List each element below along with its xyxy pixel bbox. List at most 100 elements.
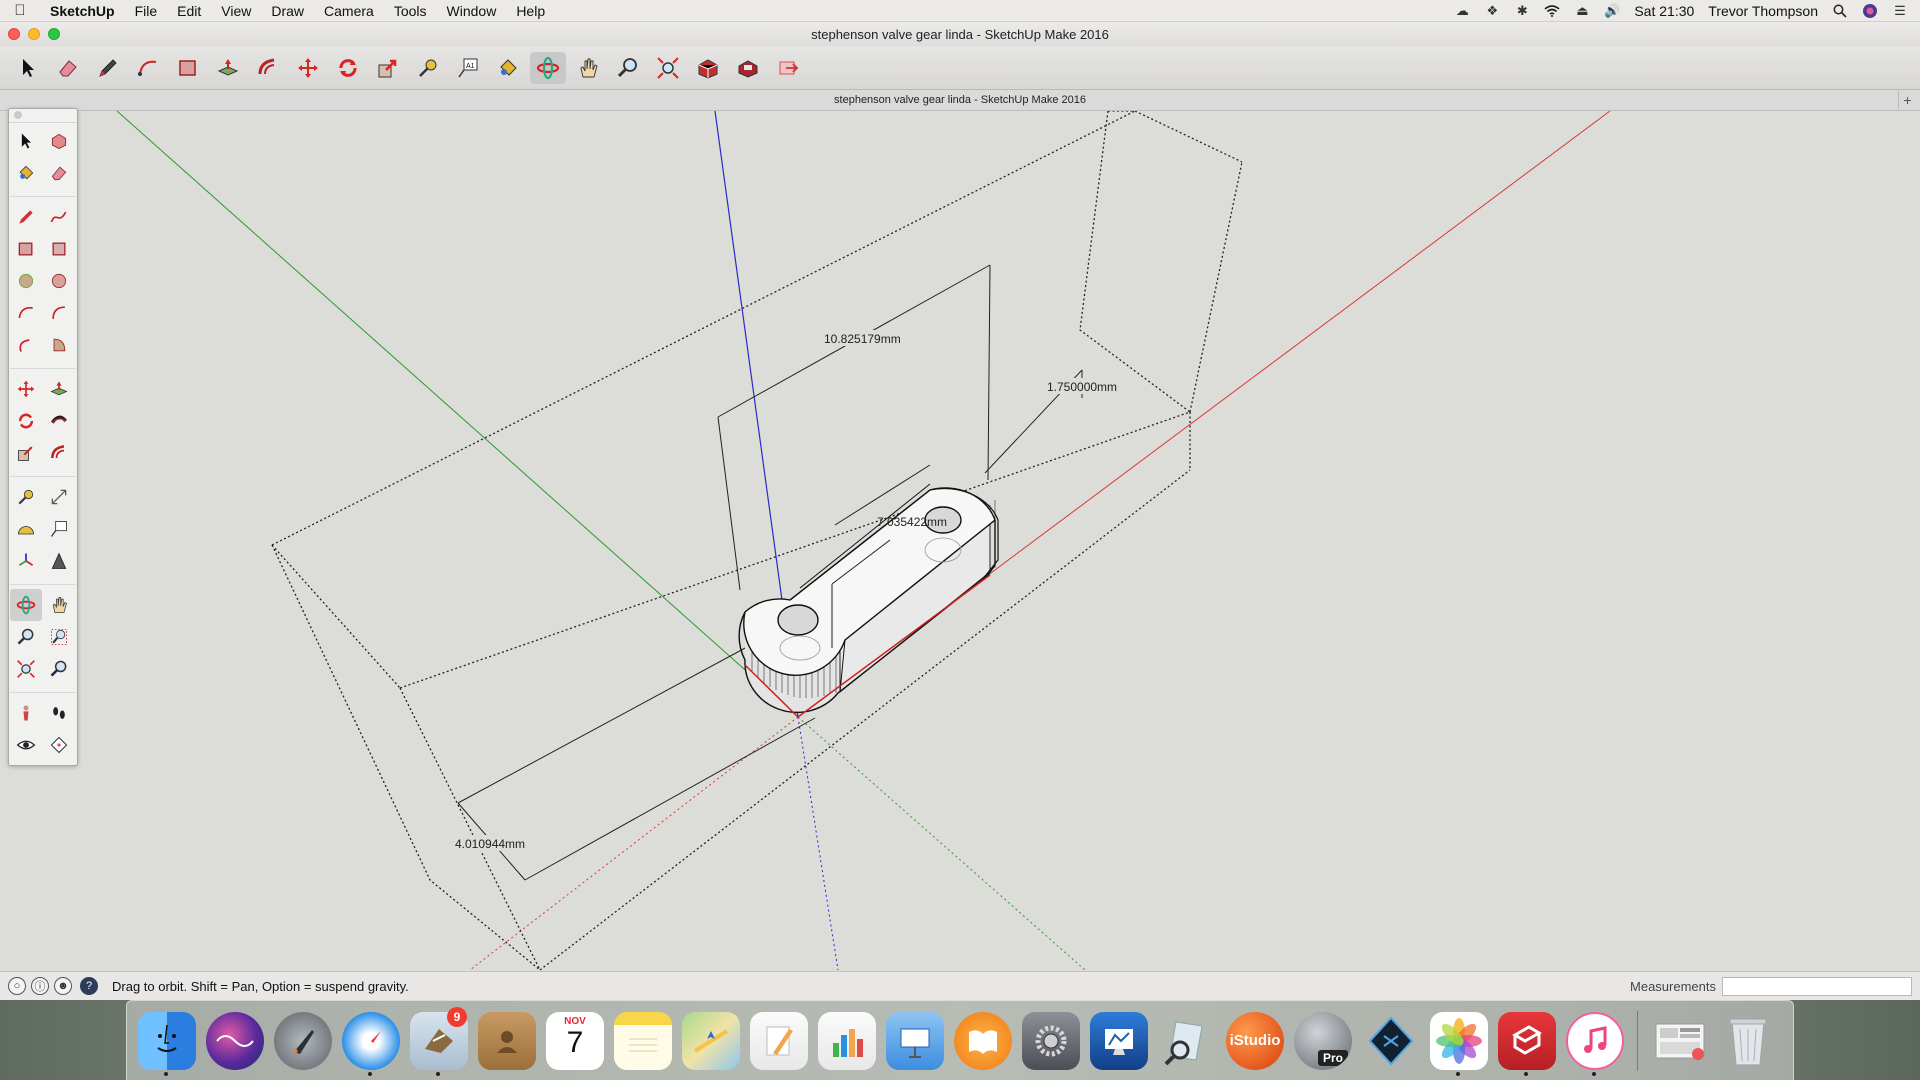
dock-notes[interactable] [609, 1005, 677, 1077]
push-pull-tool-button[interactable] [210, 52, 246, 84]
menu-help[interactable]: Help [506, 3, 555, 19]
offset-tool-button[interactable] [250, 52, 286, 84]
dock-ibooks[interactable] [949, 1005, 1017, 1077]
dimension-label-width[interactable]: 4.010944mm [455, 837, 525, 851]
palette-axes-button[interactable] [10, 545, 42, 577]
menu-tools[interactable]: Tools [384, 3, 437, 19]
line-tool-button[interactable] [90, 52, 126, 84]
palette-position-camera-button[interactable] [10, 697, 42, 729]
palette-circle-button[interactable] [10, 265, 42, 297]
dock-keynote[interactable] [881, 1005, 949, 1077]
dock-launchpad[interactable] [269, 1005, 337, 1077]
menu-view[interactable]: View [211, 3, 261, 19]
menu-draw[interactable]: Draw [261, 3, 314, 19]
palette-3d-text-button[interactable] [43, 545, 75, 577]
dock-remote-desktop[interactable] [1085, 1005, 1153, 1077]
palette-scale-button[interactable] [10, 437, 42, 469]
palette-zoom-window-button[interactable] [43, 621, 75, 653]
zoom-extents-tool-button[interactable] [650, 52, 686, 84]
bluetooth-icon[interactable]: ✱ [1514, 3, 1530, 18]
dock-maps[interactable] [677, 1005, 745, 1077]
palette-paint-button[interactable] [10, 157, 42, 189]
dock-google-earth-pro[interactable]: Pro [1289, 1005, 1357, 1077]
eraser-tool-button[interactable] [50, 52, 86, 84]
close-window-button[interactable] [8, 28, 20, 40]
siri-menu-icon[interactable] [1862, 3, 1878, 18]
tape-measure-tool-button[interactable] [410, 52, 446, 84]
palette-freehand-button[interactable] [43, 201, 75, 233]
palette-3pt-arc-button[interactable] [10, 329, 42, 361]
dock-documents-stack[interactable] [1646, 1005, 1714, 1077]
arc-tool-button[interactable] [130, 52, 166, 84]
palette-pan-button[interactable] [43, 589, 75, 621]
palette-protractor-button[interactable] [10, 513, 42, 545]
paint-bucket-tool-button[interactable] [490, 52, 526, 84]
model-scene[interactable]: 10.825179mm 1.750000mm 7.035422mm 4.0109… [0, 111, 1920, 971]
palette-grip[interactable] [9, 111, 77, 123]
palette-follow-me-button[interactable] [43, 405, 75, 437]
palette-component-button[interactable] [43, 125, 75, 157]
scale-tool-button[interactable] [370, 52, 406, 84]
user-name[interactable]: Trevor Thompson [1708, 3, 1818, 19]
palette-rotate-button[interactable] [10, 405, 42, 437]
dimension-label-centres[interactable]: 7.035422mm [877, 515, 947, 529]
pan-tool-button[interactable] [570, 52, 606, 84]
dock-photos[interactable] [1425, 1005, 1493, 1077]
palette-zoom-extents-button[interactable] [10, 653, 42, 685]
menu-file[interactable]: File [125, 3, 168, 19]
zoom-tool-button[interactable] [610, 52, 646, 84]
palette-tape-button[interactable] [10, 481, 42, 513]
palette-pie-button[interactable] [43, 329, 75, 361]
dropbox-icon[interactable]: ❖ [1484, 3, 1500, 18]
slot-link-component[interactable] [738, 483, 999, 718]
palette-2pt-arc-button[interactable] [43, 297, 75, 329]
palette-offset-button[interactable] [43, 437, 75, 469]
move-tool-button[interactable] [290, 52, 326, 84]
notification-center-icon[interactable]: ☰ [1892, 3, 1908, 18]
palette-orbit-button[interactable] [10, 589, 42, 621]
palette-previous-view-button[interactable] [43, 653, 75, 685]
dock-mail[interactable]: 9 [405, 1005, 473, 1077]
user-account-icon[interactable]: ☻ [54, 977, 72, 995]
palette-section-plane-button[interactable] [43, 729, 75, 761]
dock-contacts[interactable] [473, 1005, 541, 1077]
dock-sketchup[interactable] [1493, 1005, 1561, 1077]
add-tab-button[interactable]: + [1898, 91, 1916, 109]
palette-move-button[interactable] [10, 373, 42, 405]
dimension-label-length[interactable]: 10.825179mm [824, 332, 901, 346]
zoom-window-button[interactable] [48, 28, 60, 40]
dock-itunes[interactable] [1561, 1005, 1629, 1077]
dock-pages[interactable] [745, 1005, 813, 1077]
palette-push-pull-button[interactable] [43, 373, 75, 405]
dimension-label-thickness[interactable]: 1.750000mm [1047, 380, 1117, 394]
clock[interactable]: Sat 21:30 [1634, 3, 1694, 19]
minimize-window-button[interactable] [28, 28, 40, 40]
rotate-tool-button[interactable] [330, 52, 366, 84]
palette-close-icon[interactable] [14, 111, 22, 119]
warehouse-button[interactable] [690, 52, 726, 84]
menu-window[interactable]: Window [437, 3, 507, 19]
dock-numbers[interactable] [813, 1005, 881, 1077]
menu-edit[interactable]: Edit [167, 3, 211, 19]
palette-polygon-button[interactable] [43, 265, 75, 297]
palette-rectangle-button[interactable] [10, 233, 42, 265]
palette-text-button[interactable] [43, 513, 75, 545]
model-viewport[interactable]: 10.825179mm 1.750000mm 7.035422mm 4.0109… [0, 111, 1920, 971]
palette-eraser-button[interactable] [43, 157, 75, 189]
geolocation-icon[interactable]: ○ [8, 977, 26, 995]
extension-warehouse-button[interactable] [730, 52, 766, 84]
palette-look-around-button[interactable] [10, 729, 42, 761]
send-to-layout-button[interactable] [770, 52, 806, 84]
dock-finder[interactable] [133, 1005, 201, 1077]
dock-safari[interactable] [337, 1005, 405, 1077]
dock-trash[interactable] [1714, 1005, 1782, 1077]
apple-icon[interactable]:  [0, 2, 40, 19]
rectangle-tool-button[interactable] [170, 52, 206, 84]
volume-icon[interactable]: 🔊 [1604, 3, 1620, 18]
select-tool-button[interactable] [10, 52, 46, 84]
text-tool-button[interactable]: A1 [450, 52, 486, 84]
dock-sketch-toolkit[interactable] [1357, 1005, 1425, 1077]
palette-dimension-button[interactable] [43, 481, 75, 513]
palette-select-button[interactable] [10, 125, 42, 157]
wifi-icon[interactable] [1544, 4, 1560, 18]
